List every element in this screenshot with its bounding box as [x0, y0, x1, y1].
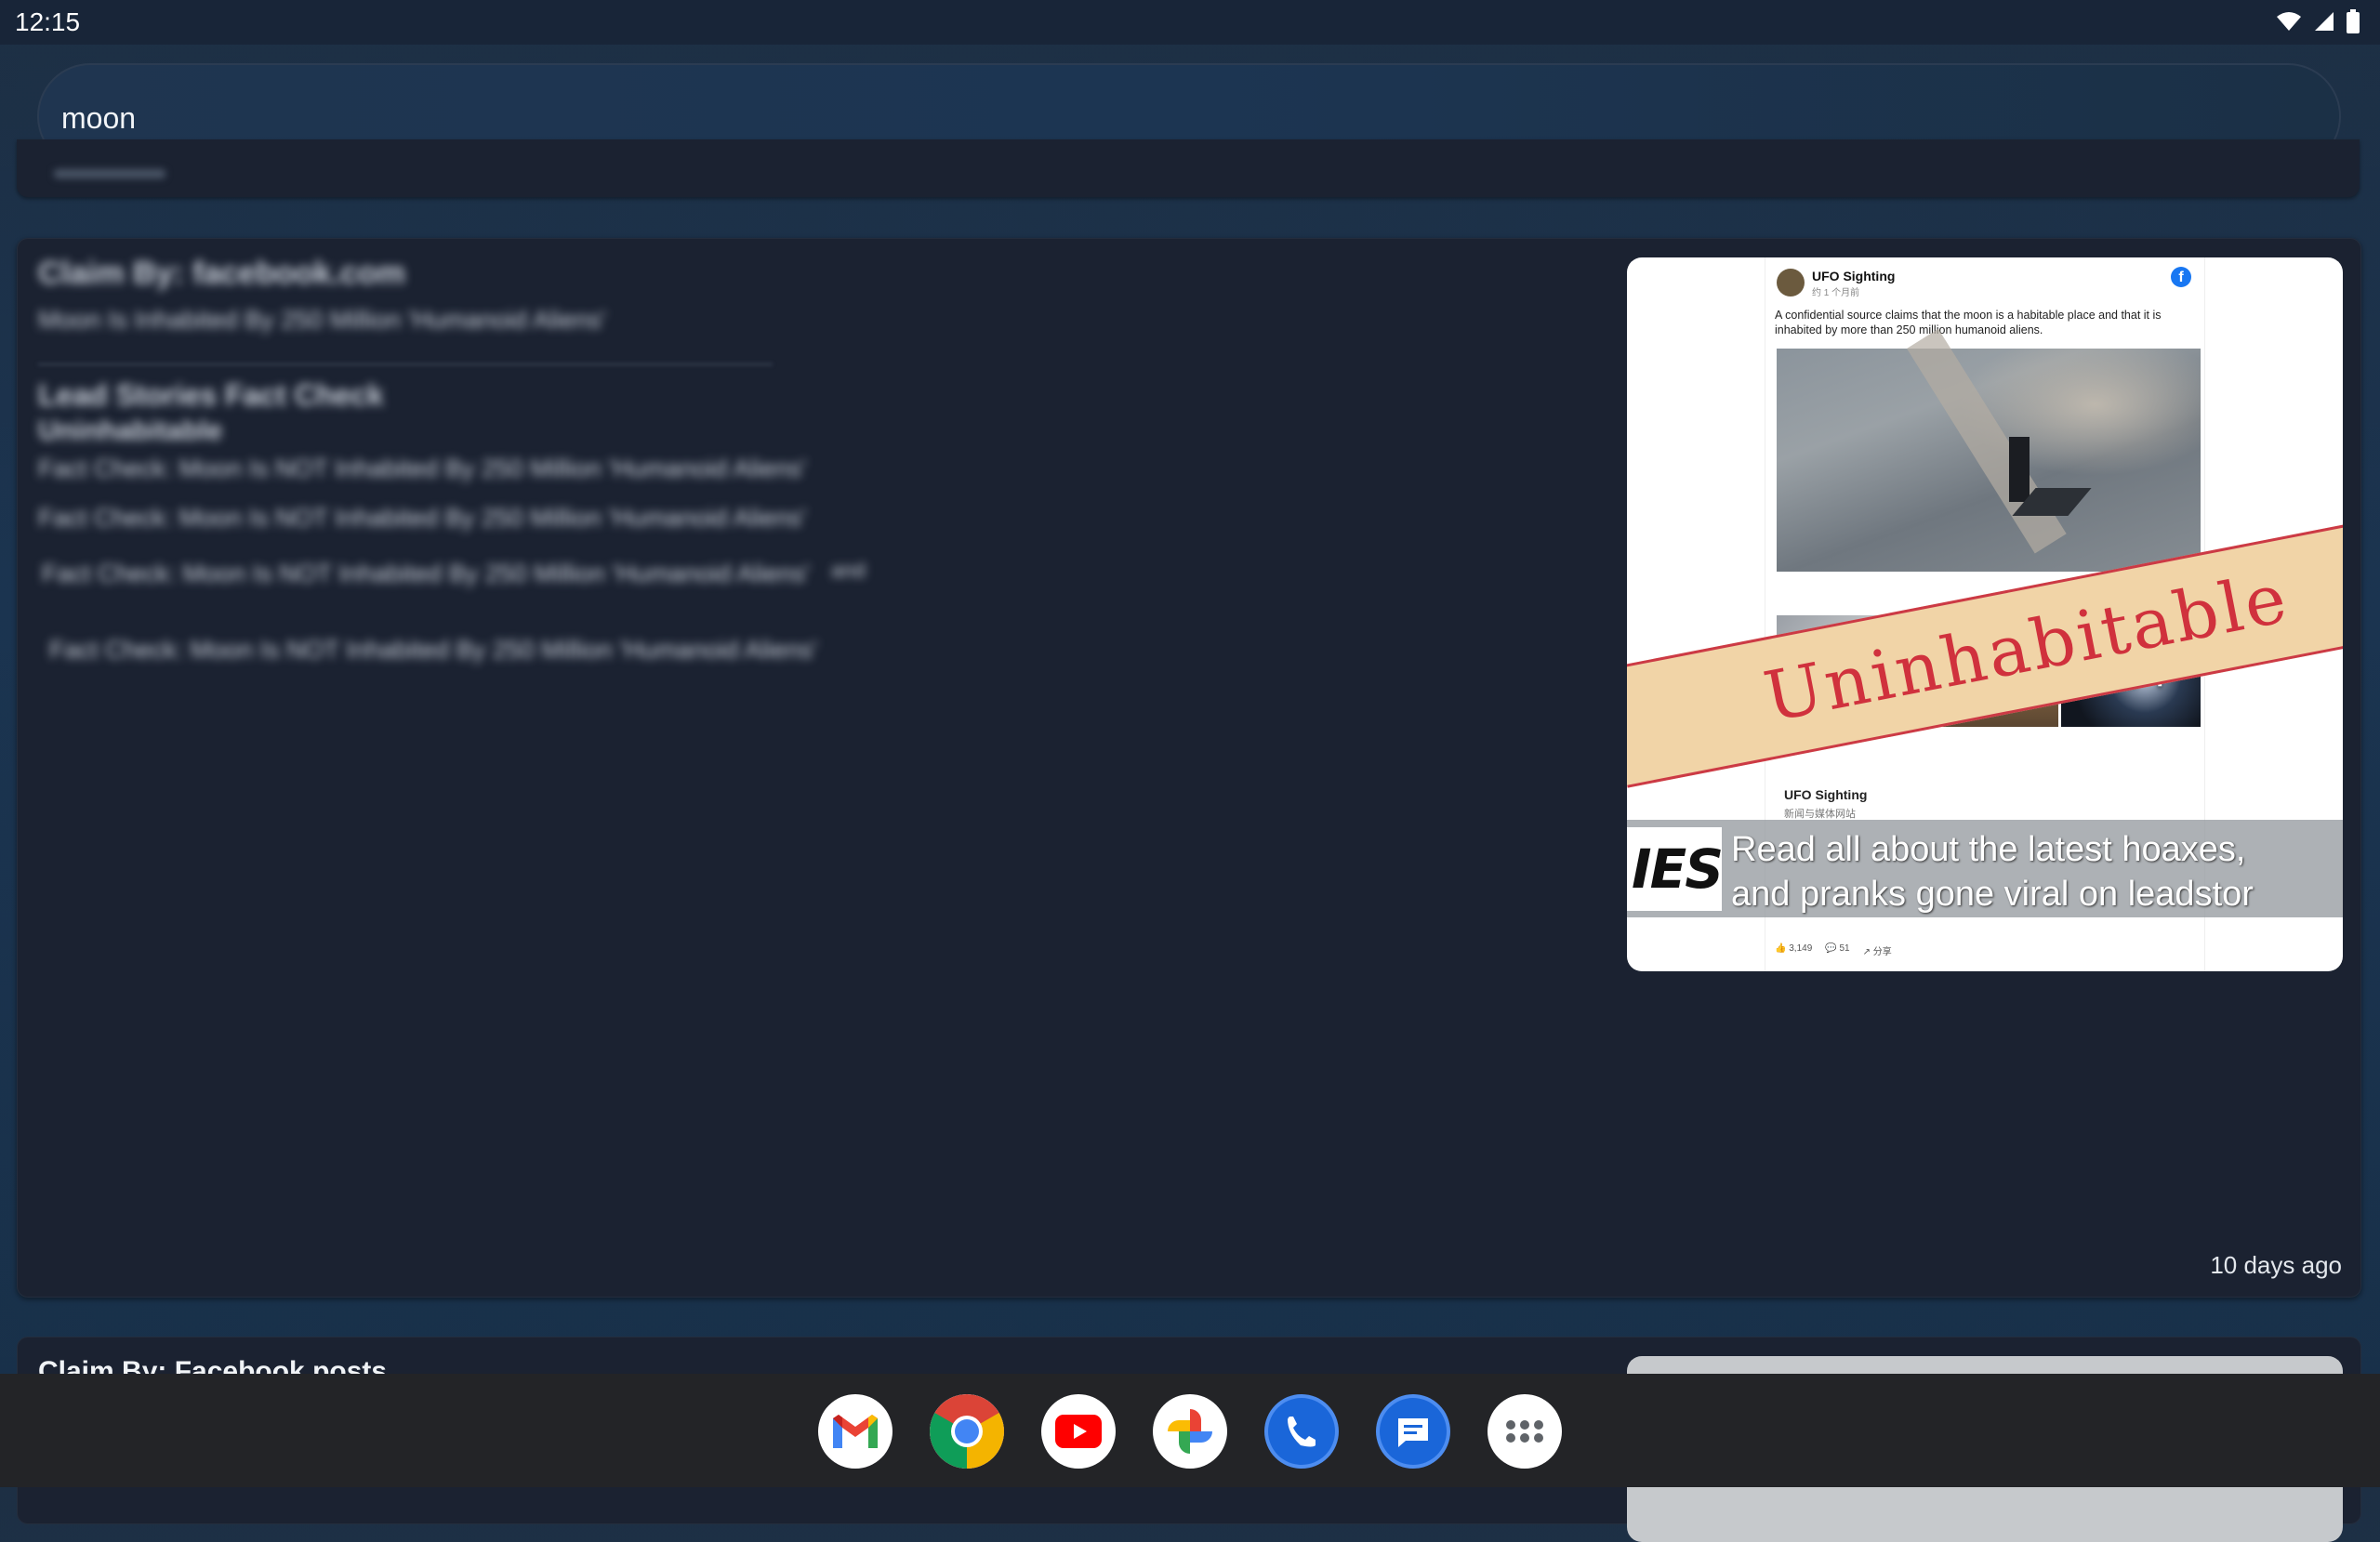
post-text: A confidential source claims that the mo…: [1775, 309, 2162, 336]
wifi-icon: [2277, 12, 2301, 31]
divider: [38, 363, 773, 365]
claim-title: Claim By: facebook.com: [38, 256, 405, 291]
previous-card-text: [54, 169, 165, 178]
app-drawer-icon[interactable]: [1488, 1394, 1562, 1469]
claim-image[interactable]: UFO Sighting 约 1 个月前 f A confidential so…: [1627, 257, 2343, 971]
app-dock: [818, 1394, 1562, 1469]
phone-icon[interactable]: [1264, 1394, 1339, 1469]
search-input[interactable]: [60, 89, 2294, 147]
photos-icon[interactable]: [1153, 1394, 1227, 1469]
taskbar: [0, 1374, 2380, 1487]
gmail-icon[interactable]: [818, 1394, 892, 1469]
post-photo: [1777, 328, 2201, 572]
post-time: 约 1 个月前: [1812, 288, 1860, 298]
like-icon: 👍: [1775, 943, 1787, 954]
page-category: 新闻与媒体网站: [1784, 809, 1856, 820]
timestamp: 10 days ago: [2210, 1251, 2342, 1279]
status-icons: [2276, 9, 2360, 33]
facebook-icon: f: [2171, 267, 2191, 287]
comment-count: 51: [1839, 943, 1850, 954]
fact-check-link[interactable]: Fact Check: Moon Is NOT Inhabited By 250…: [42, 560, 810, 588]
avatar: [1777, 269, 1805, 297]
chrome-icon[interactable]: [930, 1394, 1004, 1469]
youtube-icon[interactable]: [1041, 1394, 1116, 1469]
fact-check-source: Lead Stories Fact Check: [38, 378, 384, 412]
battery-icon: [2347, 9, 2360, 33]
fact-check-link[interactable]: Fact Check: Moon Is NOT Inhabited By 250…: [49, 636, 817, 665]
banner-text: Read all about the latest hoaxes, and pr…: [1731, 827, 2343, 916]
post-stats: 👍 3,149 💬 51 ↗ 分享: [1775, 943, 1892, 957]
claim-card[interactable]: Claim By: facebook.com Moon Is Inhabited…: [17, 238, 2361, 1298]
fact-check-tag: and: [831, 559, 866, 582]
claim-subtitle: Moon Is Inhabited By 250 Million 'Humano…: [38, 306, 606, 334]
status-time: 12:15: [15, 7, 81, 36]
lead-stories-banner: IES Read all about the latest hoaxes, an…: [1627, 820, 2343, 917]
comment-icon: 💬: [1825, 943, 1837, 954]
post-author: UFO Sighting: [1812, 269, 1896, 283]
signal-icon: [2315, 12, 2334, 31]
banner-line: Read all about the latest hoaxes,: [1731, 830, 2246, 869]
fact-check-link[interactable]: Fact Check: Moon Is NOT Inhabited By 250…: [38, 455, 806, 483]
lead-stories-logo: IES: [1627, 827, 1722, 911]
banner-line: and pranks gone viral on leadstor: [1731, 875, 2254, 914]
page-name: UFO Sighting: [1784, 787, 1868, 802]
messages-icon[interactable]: [1376, 1394, 1450, 1469]
previous-card[interactable]: [17, 139, 2360, 197]
fact-check-link[interactable]: Fact Check: Moon Is NOT Inhabited By 250…: [38, 504, 806, 533]
fact-check-rating: Uninhabitable: [38, 415, 223, 446]
like-count: 3,149: [1789, 943, 1813, 954]
status-bar: 12:15: [0, 0, 2380, 45]
share-label: 分享: [1872, 947, 1892, 957]
share-icon: ↗: [1862, 947, 1871, 957]
